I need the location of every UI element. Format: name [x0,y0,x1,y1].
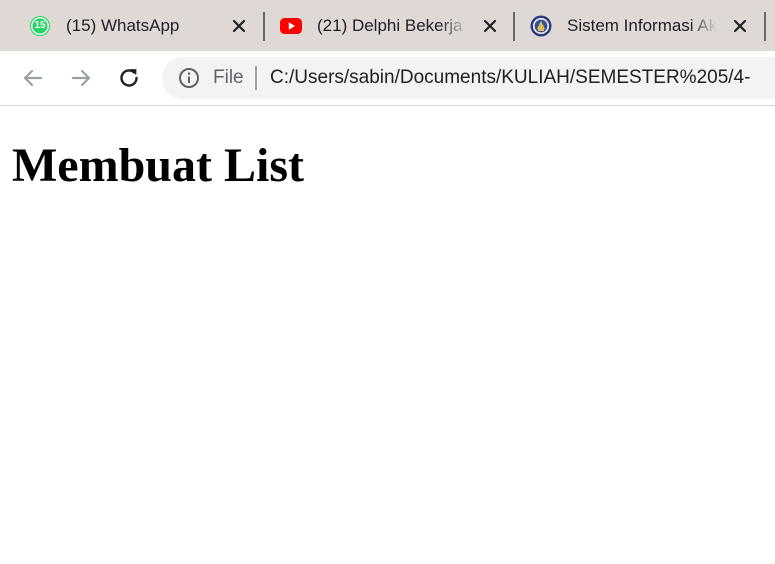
address-divider [255,66,257,90]
close-icon[interactable] [481,17,499,35]
unread-badge: 15 [34,20,46,31]
tab-youtube[interactable]: (21) Delphi Bekerja [251,0,501,51]
tab-separator [764,12,766,41]
back-arrow-icon[interactable] [20,65,46,91]
address-bar[interactable]: File C:/Users/sabin/Documents/KULIAH/SEM… [162,57,775,99]
url-scheme-label: File [213,67,244,88]
reload-icon[interactable] [116,65,142,91]
close-icon[interactable] [731,17,749,35]
tab-sistem-informasi[interactable]: Sistem Informasi Akademik [501,0,751,51]
page-heading: Membuat List [12,139,304,192]
tab-title: Sistem Informasi Akademik [567,16,717,35]
info-icon[interactable] [178,67,200,89]
page-content: Membuat List [0,106,775,564]
close-icon[interactable] [230,17,248,35]
university-seal-icon [530,15,552,37]
forward-arrow-icon[interactable] [68,65,94,91]
browser-toolbar: File C:/Users/sabin/Documents/KULIAH/SEM… [0,51,775,106]
url-text[interactable]: C:/Users/sabin/Documents/KULIAH/SEMESTER… [270,67,750,89]
tab-title: (21) Delphi Bekerja [317,16,463,35]
youtube-icon [280,18,302,34]
tab-title: (15) WhatsApp [66,16,180,35]
tab-strip: 15 (15) WhatsApp (21) Delphi Bekerja Sis… [0,0,775,51]
tab-whatsapp[interactable]: 15 (15) WhatsApp [0,0,250,51]
